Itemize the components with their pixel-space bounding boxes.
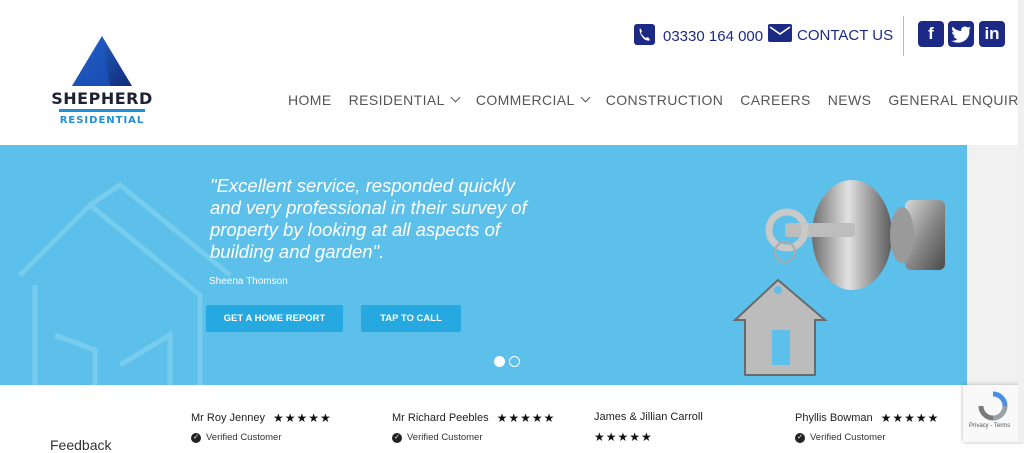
nav-label: CAREERS [740,92,811,108]
nav-label: GENERAL ENQUIRIES [888,92,1024,108]
chevron-down-icon [450,92,461,102]
nav-label: CONSTRUCTION [605,92,724,108]
nav-construction[interactable]: CONSTRUCTION [606,92,724,108]
nav-careers[interactable]: CAREERS [740,92,810,108]
slider-dots [494,356,520,367]
nav-news[interactable]: NEWS [828,92,872,108]
contact-us-label: CONTACT US [797,26,894,44]
reviewer-name: Mr Richard Peebles [392,412,489,424]
phone-icon [634,24,655,49]
recaptcha-badge[interactable]: Privacy - Terms [963,385,1024,442]
star-rating: ★★★★★ [272,411,332,425]
verified-label: Verified Customer [206,432,282,443]
envelope-icon [768,24,792,46]
check-circle-icon: ✓ [795,432,805,443]
slider-dot-2[interactable] [509,356,520,367]
page-scrollbar[interactable] [1018,0,1024,442]
review-card: James & Jillian Carroll ★★★★★ [594,411,703,444]
logo-subtitle: RESIDENTIAL [59,115,145,126]
nav-commercial[interactable]: COMMERCIAL [475,92,591,108]
nav-label: COMMERCIAL [475,92,575,108]
linkedin-icon[interactable]: in [979,21,1005,47]
site-header: SHEPHERD RESIDENTIAL 03330 164 000 CONTA… [0,0,1024,145]
tap-to-call-button[interactable]: TAP TO CALL [361,305,461,332]
verified-label: Verified Customer [810,432,886,443]
nav-residential[interactable]: RESIDENTIAL [348,92,461,108]
twitter-icon[interactable] [948,21,974,47]
reviewer-name: Phyllis Bowman [795,412,873,424]
check-circle-icon: ✓ [392,432,402,443]
review-card: Mr Richard Peebles ★★★★★ ✓ Verified Custom… [392,411,555,443]
triangle-logo-icon [72,36,132,86]
chevron-down-icon [580,92,591,102]
testimonial-quote: "Excellent service, responded quickly an… [210,175,527,262]
facebook-icon[interactable]: f [918,21,944,47]
nav-label: HOME [288,92,332,108]
header-divider [903,16,904,56]
nav-label: RESIDENTIAL [348,92,445,108]
shepherd-logo[interactable]: SHEPHERD RESIDENTIAL [48,36,156,132]
nav-label: NEWS [827,92,872,108]
logo-name: SHEPHERD [51,89,153,108]
check-circle-icon: ✓ [191,432,201,443]
logo-divider [59,109,145,112]
recaptcha-terms[interactable]: Privacy - Terms [969,423,1010,429]
main-nav: HOME RESIDENTIAL COMMERCIAL CONSTRUCTION… [288,92,1024,108]
nav-general-enquiries[interactable]: GENERAL ENQUIRIES [888,92,1024,108]
testimonial-author: Sheena Thomson [209,276,288,287]
verified-label: Verified Customer [407,432,483,443]
contact-us-link[interactable]: CONTACT US [768,24,893,46]
reviewer-name: Mr Roy Jenney [191,412,265,424]
recaptcha-icon [978,391,1008,421]
hero-banner: "Excellent service, responded quickly an… [0,145,1024,385]
door-edge [967,145,1024,385]
slider-dot-1[interactable] [494,356,505,367]
phone-link[interactable]: 03330 164 000 [634,24,763,49]
reviewer-name: James & Jillian Carroll [594,411,703,423]
feedback-heading: Feedback [50,437,112,453]
get-home-report-button[interactable]: GET A HOME REPORT [206,305,343,332]
review-card: Mr Roy Jenney ★★★★★ ✓ Verified Customer [191,411,332,443]
reviews-strip: Feedback Mr Roy Jenney ★★★★★ ✓ Verified Cu… [0,385,1024,453]
star-rating: ★★★★★ [880,411,940,425]
star-rating: ★★★★★ [496,411,556,425]
house-outline-icon [18,181,232,385]
key-in-lock-image [732,180,945,376]
nav-home[interactable]: HOME [288,92,332,108]
phone-number: 03330 164 000 [663,28,764,45]
review-card: Phyllis Bowman ★★★★★ ✓ Verified Customer [795,411,939,443]
